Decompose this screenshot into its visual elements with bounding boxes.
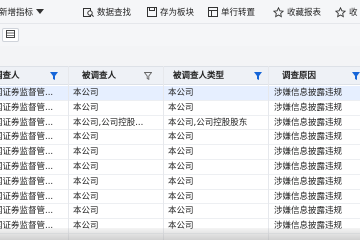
cell-investigator: 国证券监督管... [0,191,54,202]
favorite-report-label: 收藏报表 [287,8,322,18]
cell-reason: 涉嫌信息披露违规 [274,147,343,158]
data-search-icon [83,7,94,18]
data-search-label: 数据查找 [97,8,132,18]
cell-investigated: 本公司 [73,191,99,202]
column-divider [68,66,69,240]
cell-investigator: 国证券监督管... [0,88,54,98]
cell-investigator: 国证券监督管... [0,176,54,187]
table-row[interactable]: 国证券监督管... 本公司 本公司 涉嫌信息披露违规 [0,204,360,220]
table-row[interactable]: 国证券监督管... 本公司 本公司 涉嫌信息披露违规 [0,145,360,160]
table-view-button[interactable] [2,28,19,42]
cell-reason: 涉嫌信息披露违规 [274,176,343,187]
more-favorite-label: 收 [349,8,358,18]
save-board-button[interactable]: 存为板块 [147,0,194,24]
star-icon-2 [335,6,346,18]
more-favorite-button[interactable]: 收 [335,0,358,24]
cell-investigator: 国证券监督管... [0,147,54,158]
new-indicator-button[interactable]: 新增指标 [0,0,45,24]
data-search-button[interactable]: 数据查找 [83,0,131,24]
cell-investigated: 本公司 [73,206,99,217]
cell-investigator: 国证券监督管... [0,117,54,128]
new-indicator-label: 新增指标 [0,8,34,18]
cell-investigated: 本公司,公司控股... [73,117,144,128]
table-row[interactable]: 国证券监督管... 本公司 本公司 涉嫌信息披露违规 [0,86,360,101]
filter-active-icon-3[interactable] [352,72,360,83]
cell-investigated: 本公司 [73,88,99,98]
cell-investigated: 本公司 [73,176,99,187]
cell-investigated-type: 本公司 [168,132,194,143]
table-row[interactable]: 国证券监督管... 本公司 本公司 涉嫌信息披露违规 [0,160,360,175]
table-row[interactable]: 国证券监督管... 本公司,公司控股... 本公司,公司控股股东 涉嫌信息披露违规 [0,116,360,131]
cell-investigator: 国证券监督管... [0,162,54,172]
cell-investigated-type: 本公司 [168,147,194,158]
cell-reason: 涉嫌信息披露违规 [274,102,343,113]
cell-investigated: 本公司 [73,147,99,158]
cell-investigated-type: 本公司 [168,206,194,217]
table-row[interactable]: 国证券监督管... 本公司 本公司 涉嫌信息披露违规 [0,101,360,116]
caret-down-icon [36,9,45,15]
cell-investigated-type: 本公司 [168,191,194,202]
table-row[interactable]: 国证券监督管... 本公司 本公司 涉嫌信息披露违规 [0,130,360,146]
cell-investigated: 本公司 [73,132,99,143]
table-header: 调查人 被调查人 被调查人类型 调查原因 [0,66,360,85]
cell-investigated: 本公司 [73,102,99,113]
header-reason: 调查原因 [282,71,317,81]
cell-investigated-type: 本公司 [168,176,194,187]
cell-reason: 涉嫌信息披露违规 [274,88,343,98]
filter-active-icon[interactable] [50,72,58,83]
star-icon [273,6,284,18]
toolbar: 新增指标 数据查找 存为板块 单行转置 收藏报表 收 [0,0,360,24]
cell-investigated: 本公司 [73,162,99,172]
filter-icon[interactable] [143,72,153,83]
cell-investigated-type: 本公司,公司控股股东 [168,117,248,128]
cell-reason: 涉嫌信息披露违规 [274,117,343,128]
bottom-scroll-shadow [0,228,360,240]
cell-investigator: 国证券监督管... [0,102,54,113]
cell-investigated-type: 本公司 [168,88,194,98]
data-table: 调查人 被调查人 被调查人类型 调查原因 国证券监督管...本公司本公司涉嫌信息… [0,66,360,240]
cell-reason: 涉嫌信息披露违规 [274,162,343,172]
cell-reason: 涉嫌信息披露违规 [274,206,343,217]
cell-reason: 涉嫌信息披露违规 [274,191,343,202]
header-investigator: 调查人 [0,71,20,81]
single-row-transpose-button[interactable]: 单行转置 [208,0,255,24]
cell-investigated-type: 本公司 [168,102,194,113]
table-icon [6,29,15,41]
cell-investigated-type: 本公司 [168,162,194,172]
sub-toolbar [0,24,360,46]
transpose-icon [208,7,218,17]
save-board-label: 存为板块 [160,8,195,18]
column-divider [163,66,164,240]
filter-active-icon-2[interactable] [254,72,262,83]
column-divider [268,66,269,240]
cell-investigator: 国证券监督管... [0,132,54,143]
table-row[interactable]: 国证券监督管... 本公司 本公司 涉嫌信息披露违规 [0,175,360,190]
table-row[interactable]: 国证券监督管... 本公司 本公司 涉嫌信息披露违规 [0,190,360,205]
cell-investigator: 国证券监督管... [0,206,54,217]
favorite-report-button[interactable]: 收藏报表 [273,0,321,24]
save-board-icon [147,7,157,17]
header-investigated-type: 被调查人类型 [173,71,225,81]
single-row-transpose-label: 单行转置 [221,8,256,18]
header-investigated: 被调查人 [82,71,117,81]
cell-reason: 涉嫌信息披露违规 [274,132,343,143]
